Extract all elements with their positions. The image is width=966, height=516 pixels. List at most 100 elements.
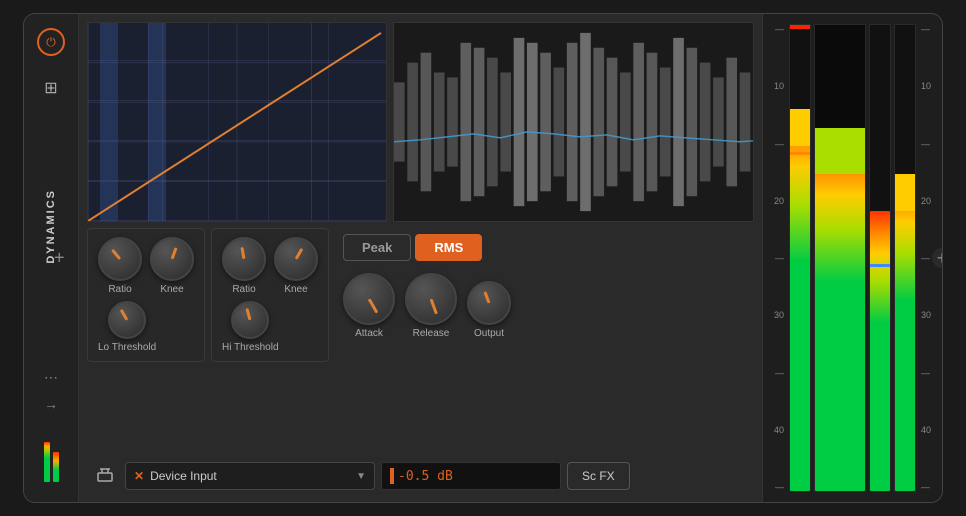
graph-area [87, 22, 387, 222]
scale-label-dash5: — [767, 482, 787, 492]
scale-label-10: 10 [767, 81, 787, 91]
hi-threshold-knob[interactable] [231, 301, 269, 339]
mode-buttons: Peak RMS [343, 234, 511, 261]
hi-knee-label: Knee [284, 284, 307, 295]
db-value: -0.5 dB [398, 469, 453, 484]
lo-knob-row: Ratio Knee [98, 237, 194, 295]
clip-indicator-1 [790, 25, 810, 29]
yellow-seg-1 [790, 109, 810, 146]
scale-label-dash3: — [767, 253, 787, 263]
device-input-dropdown[interactable]: ✕ Device Input ▼ [125, 462, 375, 490]
meter-bar-2-wide [814, 24, 866, 492]
lo-knee-label: Knee [160, 284, 183, 295]
sc-fx-button[interactable]: Sc FX [567, 462, 630, 490]
r-scale-label-dash2: — [918, 139, 938, 149]
db-display: -0.5 dB [381, 462, 561, 490]
lo-ratio-label: Ratio [108, 284, 131, 295]
meter-bar-1 [789, 24, 811, 492]
arrow-button[interactable]: → [44, 396, 58, 412]
main-area: Ratio Knee Lo Threshold [79, 14, 762, 502]
release-group: Release [405, 273, 457, 339]
scale-label-dash1: — [767, 24, 787, 34]
r-scale-label-dash1: — [918, 24, 938, 34]
lo-threshold-group: Lo Threshold [98, 301, 156, 353]
output-label: Output [474, 328, 504, 339]
hi-knee-knob[interactable] [274, 237, 318, 281]
waveform-svg [394, 23, 753, 221]
rms-button[interactable]: RMS [415, 234, 482, 261]
scale-label-dash2: — [767, 139, 787, 149]
meter-bar-4 [894, 24, 916, 492]
device-svg-icon [96, 467, 114, 485]
scale-label-30: 30 [767, 310, 787, 320]
db-bar-indicator [390, 468, 394, 484]
release-knob[interactable] [405, 273, 457, 325]
lo-threshold-row: Lo Threshold [98, 301, 194, 353]
meter-fill-1 [790, 109, 810, 491]
lo-ratio-group: Ratio [98, 237, 142, 295]
lo-section: Ratio Knee Lo Threshold [87, 228, 205, 362]
hi-knee-group: Knee [274, 237, 318, 295]
r-scale-label-30: 30 [918, 310, 938, 320]
lo-threshold-label: Lo Threshold [98, 342, 156, 353]
device-x-icon: ✕ [134, 469, 144, 483]
device-input-label: Device Input [150, 469, 350, 483]
attack-knob[interactable] [343, 273, 395, 325]
r-scale-label-10: 10 [918, 81, 938, 91]
sidebar-bottom: ⋯ → [44, 369, 59, 482]
file-icon: ⊞ [44, 78, 57, 98]
hi-knob-row: Ratio Knee [222, 237, 318, 295]
meter-fill-4 [895, 174, 915, 491]
attack-group: Attack [343, 273, 395, 339]
r-scale-label-40: 40 [918, 425, 938, 435]
scale-label-40: 40 [767, 425, 787, 435]
dropdown-arrow-icon: ▼ [356, 471, 366, 482]
hi-ratio-knob[interactable] [222, 237, 266, 281]
dots-button[interactable]: ⋯ [44, 369, 58, 386]
device-icon[interactable] [91, 462, 119, 490]
right-controls: Peak RMS Attack Release [335, 228, 519, 345]
top-row [87, 22, 754, 222]
mini-meter-1 [44, 442, 50, 482]
controls-row: Ratio Knee Lo Threshold [87, 228, 754, 452]
meter-bar-3 [869, 24, 891, 492]
graph-svg [88, 23, 386, 221]
hi-threshold-group: Hi Threshold [222, 301, 279, 353]
r-scale-label-20: 20 [918, 196, 938, 206]
mini-meters [44, 422, 59, 482]
orange-marker-1 [790, 152, 810, 155]
power-button[interactable]: ⏻ [35, 26, 67, 58]
lo-threshold-knob[interactable] [108, 301, 146, 339]
hi-ratio-label: Ratio [232, 284, 255, 295]
mini-meter-2 [53, 452, 59, 482]
peak-button[interactable]: Peak [343, 234, 411, 261]
hi-ratio-group: Ratio [222, 237, 266, 295]
hi-section: Ratio Knee Hi Threshold [211, 228, 329, 362]
meter-fill-3 [870, 211, 890, 491]
yellow-seg-3 [895, 174, 915, 211]
power-icon[interactable]: ⏻ [37, 28, 65, 56]
lo-knee-knob[interactable] [150, 237, 194, 281]
meter-section: — 10 — 20 — 30 — 40 — [762, 14, 942, 502]
hi-threshold-row: Hi Threshold [222, 301, 318, 353]
file-button[interactable]: ⊞ [35, 72, 67, 104]
ard-row: Attack Release Output [343, 273, 511, 339]
r-scale-label-dash5: — [918, 482, 938, 492]
meter-left-scale: — 10 — 20 — 30 — 40 — [767, 20, 787, 496]
scale-label-20: 20 [767, 196, 787, 206]
footer: ✕ Device Input ▼ -0.5 dB Sc FX [87, 458, 754, 494]
attack-label: Attack [355, 328, 383, 339]
scale-label-dash4: — [767, 368, 787, 378]
output-group: Output [467, 281, 511, 339]
left-add-button[interactable]: + [54, 248, 65, 269]
sidebar: ⏻ ⊞ DYNAMICS ⋯ → [24, 14, 79, 502]
r-scale-label-dash4: — [918, 368, 938, 378]
plugin-container: ⏻ ⊞ DYNAMICS ⋯ → [23, 13, 943, 503]
waveform-area [393, 22, 754, 222]
lo-ratio-knob[interactable] [98, 237, 142, 281]
output-knob[interactable] [467, 281, 511, 325]
blue-marker-1 [870, 264, 890, 267]
meter-bars-group [789, 20, 916, 496]
yellow-seg-2 [815, 128, 865, 175]
lo-knee-group: Knee [150, 237, 194, 295]
